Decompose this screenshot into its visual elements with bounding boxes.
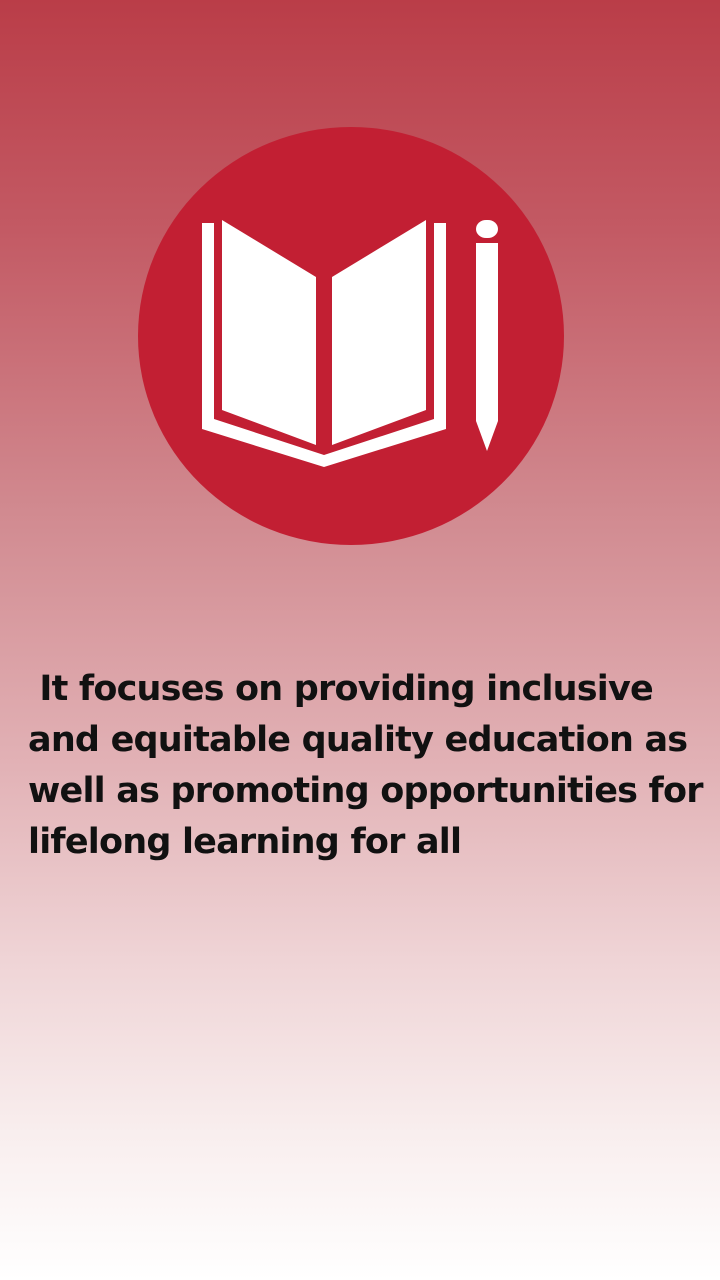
book-and-pencil-icon — [138, 127, 564, 545]
goal-description: It focuses on providing inclusive and eq… — [28, 669, 715, 862]
onboarding-screen: It focuses on providing inclusive and eq… — [0, 0, 720, 1280]
education-goal-logo — [138, 127, 564, 545]
pencil-icon — [476, 220, 498, 451]
